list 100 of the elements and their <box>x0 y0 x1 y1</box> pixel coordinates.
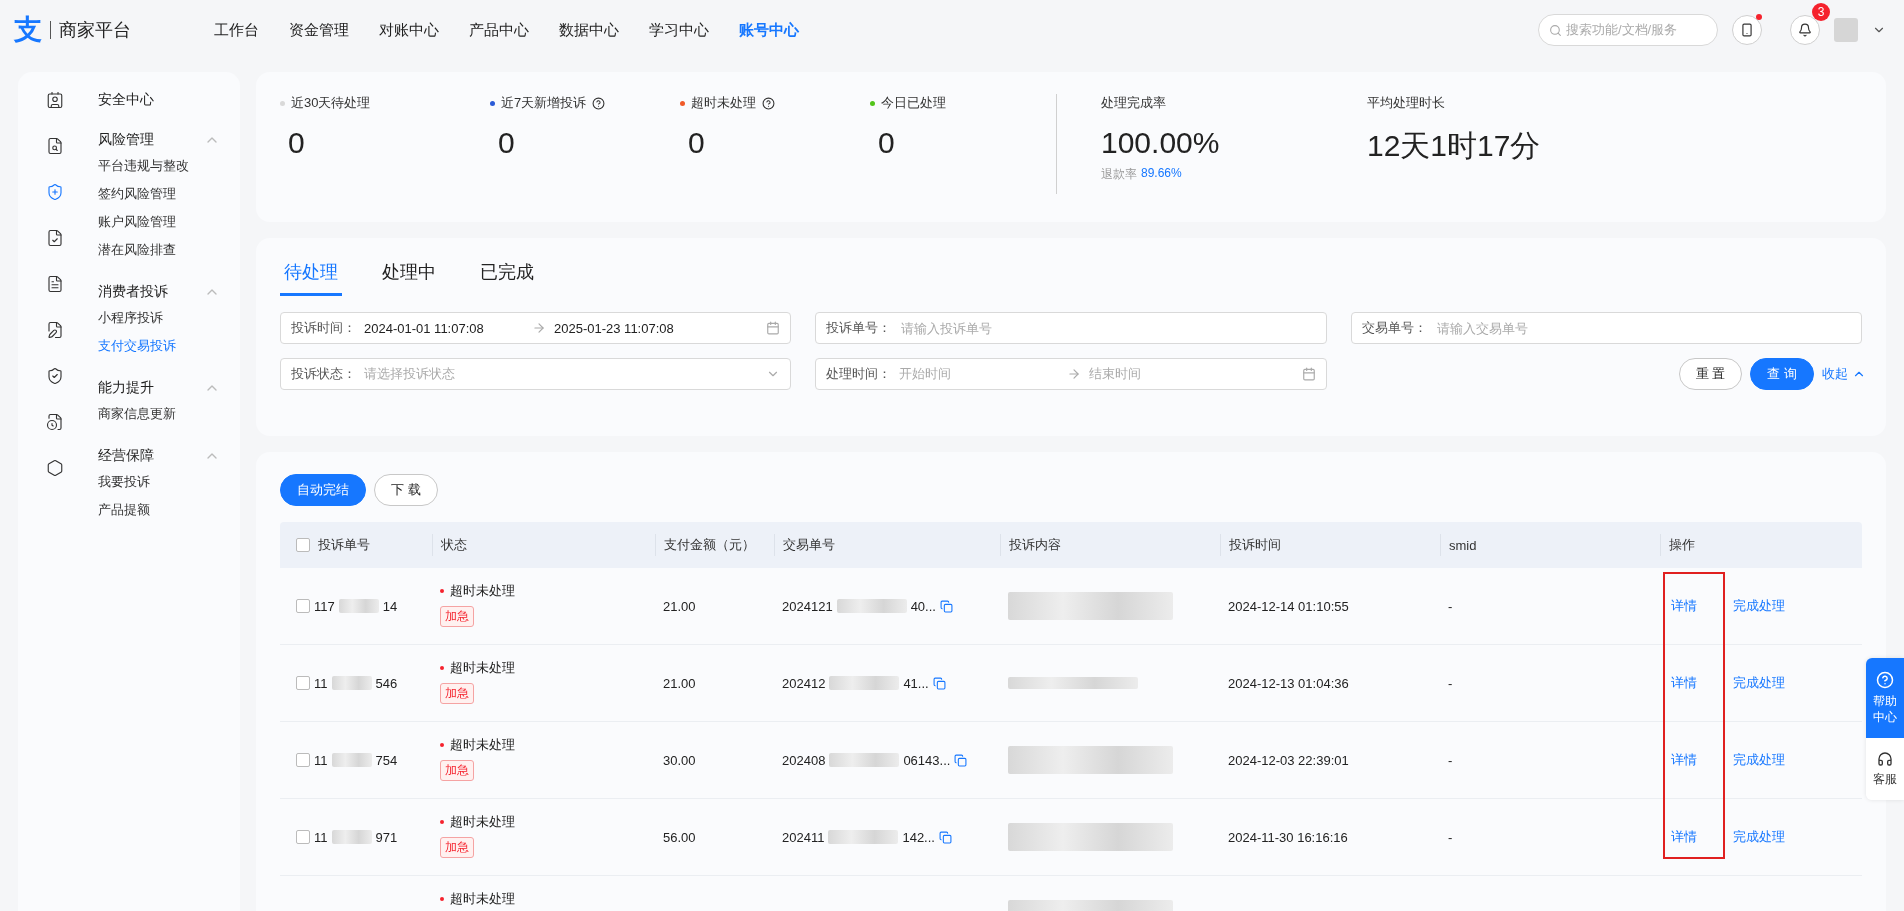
complete-link[interactable]: 完成处理 <box>1733 597 1785 615</box>
stat-value: 0 <box>687 126 706 160</box>
table-cell: 11 <box>314 675 328 691</box>
status-dot <box>440 589 444 593</box>
nav-item[interactable]: 产品中心 <box>469 20 529 40</box>
table-cell: 56.00 <box>663 829 696 845</box>
detail-link[interactable]: 详情 <box>1671 828 1697 846</box>
sidebar-group[interactable]: 安全中心 <box>98 91 154 109</box>
bell-button[interactable] <box>1790 15 1820 45</box>
table-cell: 754 <box>375 752 398 768</box>
nav-item[interactable]: 工作台 <box>214 20 259 40</box>
query-button[interactable]: 查 询 <box>1750 358 1814 390</box>
headphones-icon[interactable] <box>1877 750 1893 767</box>
sidebar-item[interactable]: 商家信息更新 <box>98 400 220 428</box>
sidebar-item[interactable]: 账户风险管理 <box>98 208 220 236</box>
sidebar-group[interactable]: 消费者投诉 <box>98 283 168 301</box>
sidebar-item[interactable]: 签约风险管理 <box>98 180 220 208</box>
collapse-link[interactable]: 收起 <box>1822 365 1866 383</box>
nav-item[interactable]: 对账中心 <box>379 20 439 40</box>
nav-item[interactable]: 资金管理 <box>289 20 349 40</box>
sidebar-item[interactable]: 潜在风险排查 <box>98 236 220 264</box>
bell-icon[interactable] <box>1798 23 1812 37</box>
download-button[interactable]: 下 载 <box>374 474 438 506</box>
sidebar-group[interactable]: 能力提升 <box>98 379 154 397</box>
stat-value: 0 <box>877 126 896 160</box>
status-dot <box>440 897 444 901</box>
table-cell: 41... <box>903 675 929 691</box>
sidebar-item[interactable]: 支付交易投诉 <box>98 332 220 360</box>
reset-button[interactable]: 重 置 <box>1678 358 1743 390</box>
stat-label: 近7天新增投诉 <box>501 94 587 112</box>
copy-icon[interactable] <box>938 830 952 844</box>
auto-close-button[interactable]: 自动完结 <box>280 474 366 506</box>
detail-link[interactable]: 详情 <box>1671 751 1697 769</box>
document-search-icon <box>46 137 64 155</box>
detail-link[interactable]: 详情 <box>1671 674 1697 692</box>
table-cell: 14 <box>382 598 398 614</box>
checkbox[interactable] <box>296 753 310 767</box>
customer-service-button[interactable]: 客服 <box>1866 738 1904 800</box>
arrow-right-icon <box>532 321 546 335</box>
help-icon[interactable] <box>762 96 775 110</box>
blurred-region <box>331 676 372 690</box>
sidebar-item[interactable]: 平台违规与整改 <box>98 152 220 180</box>
copy-icon[interactable] <box>954 753 968 767</box>
id-card-icon <box>46 91 64 109</box>
stat-label: 超时未处理 <box>691 94 756 112</box>
status-dot <box>440 820 444 824</box>
checkbox[interactable] <box>296 676 310 690</box>
calendar-icon <box>1301 367 1316 381</box>
table-cell: - <box>1448 829 1453 845</box>
table-cell: 21.00 <box>663 598 696 614</box>
status-text: 超时未处理 <box>450 890 515 908</box>
document-clock-icon <box>46 413 64 431</box>
input-field[interactable]: 投诉单号： 请输入投诉单号 <box>815 312 1327 344</box>
tab[interactable]: 已完成 <box>476 260 538 296</box>
status-dot <box>440 666 444 670</box>
select-field[interactable]: 投诉状态： 请选择投诉状态 <box>280 358 792 390</box>
table-cell: 2024-12-14 01:10:55 <box>1228 598 1349 614</box>
refund-rate-label: 退款率 <box>1101 166 1137 183</box>
phone-icon[interactable] <box>1740 23 1754 37</box>
date-range-field[interactable]: 处理时间： 开始时间 结束时间 <box>815 358 1327 390</box>
logo-text: 商家平台 <box>59 19 131 42</box>
copy-icon[interactable] <box>932 676 946 690</box>
sidebar-item[interactable]: 小程序投诉 <box>98 304 220 332</box>
column-header: 投诉单号 <box>318 536 370 554</box>
input-field[interactable]: 交易单号： 请输入交易单号 <box>1350 312 1862 344</box>
nav-item[interactable]: 数据中心 <box>559 20 619 40</box>
shield-plus-icon <box>46 183 64 201</box>
sidebar-group[interactable]: 经营保障 <box>98 447 154 465</box>
checkbox[interactable] <box>296 830 310 844</box>
tab[interactable]: 待处理 <box>280 260 342 296</box>
sidebar-item[interactable]: 产品提额 <box>98 496 220 524</box>
help-center-button[interactable]: 帮助中心 <box>1866 658 1904 738</box>
sidebar-group[interactable]: 风险管理 <box>98 131 154 149</box>
stat-value: 100.00% <box>1101 126 1221 160</box>
urgent-tag: 加急 <box>440 760 474 781</box>
tab[interactable]: 处理中 <box>378 260 440 296</box>
copy-icon[interactable] <box>939 599 953 613</box>
text-input[interactable]: 请输入投诉单号 <box>899 319 1316 337</box>
logo-icon: 支 <box>14 16 42 44</box>
document-check-icon <box>46 229 64 247</box>
table-cell: 202408 <box>782 752 826 768</box>
table-cell: 40... <box>910 598 936 614</box>
checkbox[interactable] <box>296 599 310 613</box>
text-input[interactable]: 请输入交易单号 <box>1434 319 1851 337</box>
checkbox[interactable] <box>296 538 310 552</box>
table-cell: 202411 <box>782 829 825 845</box>
detail-link[interactable]: 详情 <box>1671 597 1697 615</box>
help-icon[interactable] <box>592 96 606 110</box>
nav-item[interactable]: 账号中心 <box>739 20 799 40</box>
complete-link[interactable]: 完成处理 <box>1733 751 1785 769</box>
date-range-field[interactable]: 投诉时间： 2024-01-01 11:07:08 2025-01-23 11:07:08 <box>280 312 792 344</box>
complete-link[interactable]: 完成处理 <box>1733 828 1785 846</box>
table-cell: - <box>1448 752 1453 768</box>
complete-link[interactable]: 完成处理 <box>1733 674 1785 692</box>
nav-item[interactable]: 学习中心 <box>649 20 709 40</box>
stat-value: 0 <box>497 126 516 160</box>
sidebar-item[interactable]: 我要投诉 <box>98 468 220 496</box>
table-cell: 142... <box>902 829 935 845</box>
table-cell: 11 <box>314 752 328 768</box>
phone-button[interactable] <box>1732 15 1762 45</box>
